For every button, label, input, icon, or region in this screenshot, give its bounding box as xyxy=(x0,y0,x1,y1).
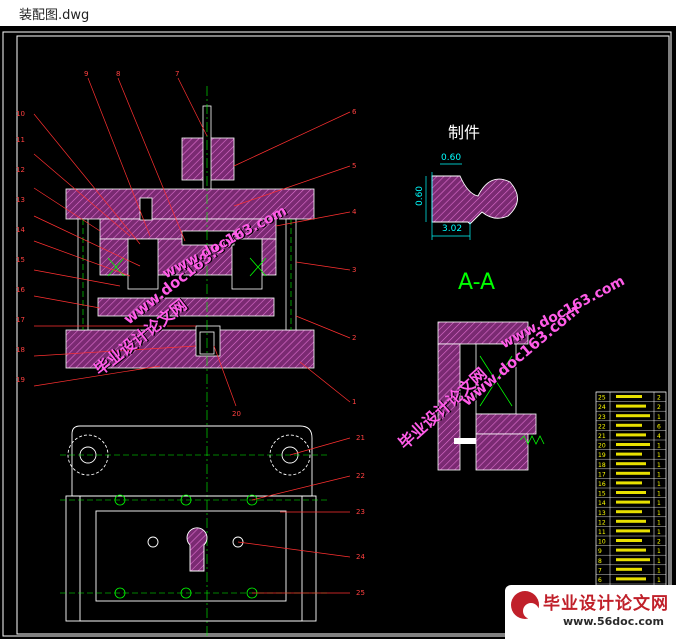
bom-qty: 1 xyxy=(657,510,661,517)
callout-plan-24: 24 xyxy=(356,553,365,561)
bom-no: 20 xyxy=(598,443,606,450)
callout-plan-22: 22 xyxy=(356,472,365,480)
callout-right-3: 3 xyxy=(352,266,357,274)
bom-qty: 6 xyxy=(657,423,661,430)
callout-bottom-20: 20 xyxy=(232,410,241,418)
bom-qty: 1 xyxy=(657,452,661,459)
bom-no: 22 xyxy=(598,423,606,430)
bom-name-glyphs xyxy=(616,423,642,427)
section-label: A-A xyxy=(458,270,496,295)
bom-qty: 1 xyxy=(657,481,661,488)
bom-no: 21 xyxy=(598,433,606,440)
callout-top-9: 9 xyxy=(84,70,89,78)
part-label: 制件 xyxy=(448,123,481,142)
bom-qty: 1 xyxy=(657,443,661,450)
bom-qty: 1 xyxy=(657,471,661,478)
bom-no: 15 xyxy=(598,491,606,498)
dimension-top: 0.60 xyxy=(441,153,462,163)
bom-name-glyphs xyxy=(616,500,650,504)
callout-left-14: 14 xyxy=(16,226,25,234)
bom-name-glyphs xyxy=(616,462,646,466)
bom-no: 8 xyxy=(598,558,602,565)
callout-right-4: 4 xyxy=(352,208,357,216)
bom-qty: 1 xyxy=(657,462,661,469)
callout-left-11: 11 xyxy=(16,136,25,144)
callout-left-10: 10 xyxy=(16,110,25,118)
bom-name-glyphs xyxy=(616,404,646,408)
part-drawing xyxy=(425,163,518,240)
bom-no: 23 xyxy=(598,414,606,421)
bom-qty: 1 xyxy=(657,414,661,421)
callout-plan-25: 25 xyxy=(356,589,365,597)
callout-left-15: 15 xyxy=(16,256,25,264)
bom-name-glyphs xyxy=(616,548,646,552)
bom-no: 7 xyxy=(598,567,602,574)
bom-name-glyphs xyxy=(616,395,642,398)
bom-qty: 1 xyxy=(657,500,661,507)
bom-no: 17 xyxy=(598,471,606,478)
bom-name-glyphs xyxy=(616,471,650,475)
bom-no: 11 xyxy=(598,529,606,536)
callout-left-12: 12 xyxy=(16,166,25,174)
bom-name-glyphs xyxy=(616,414,650,418)
bom-qty: 1 xyxy=(657,491,661,498)
callout-right-1: 1 xyxy=(352,398,357,406)
bom-qty: 1 xyxy=(657,577,661,584)
bom-no: 18 xyxy=(598,462,606,469)
bom-name-glyphs xyxy=(616,577,646,581)
callout-plan-23: 23 xyxy=(356,508,365,516)
callout-left-19: 19 xyxy=(16,376,25,384)
callout-top-8: 8 xyxy=(116,70,121,78)
bom-no: 19 xyxy=(598,452,606,459)
bom-name-glyphs xyxy=(616,491,646,494)
bom-qty: 4 xyxy=(657,433,661,440)
bom-name-glyphs xyxy=(616,452,642,456)
bom-name-glyphs xyxy=(616,567,642,571)
logo-name: 毕业设计论文网 xyxy=(543,594,669,614)
callout-plan-21: 21 xyxy=(356,434,365,442)
bom-name-glyphs xyxy=(616,539,642,542)
footer-logo: 毕业设计论文网 www.56doc.com xyxy=(505,585,676,639)
bom-qty: 1 xyxy=(657,548,661,555)
bom-no: 14 xyxy=(598,500,606,507)
callout-left-13: 13 xyxy=(16,196,25,204)
bom-name-glyphs xyxy=(616,510,642,514)
callout-right-5: 5 xyxy=(352,162,357,170)
bom-no: 12 xyxy=(598,519,606,526)
bom-qty: 1 xyxy=(657,567,661,574)
bom-no: 24 xyxy=(598,404,606,411)
bom-qty: 1 xyxy=(657,529,661,536)
logo-icon xyxy=(511,591,539,619)
bom-qty: 1 xyxy=(657,519,661,526)
dimension-bottom: 3.02 xyxy=(442,224,463,234)
window-titlebar: 装配图.dwg xyxy=(0,0,676,26)
dimension-side: 0.60 xyxy=(415,185,426,207)
callout-top-7: 7 xyxy=(175,70,180,78)
bom-no: 16 xyxy=(598,481,606,488)
bom-no: 25 xyxy=(598,395,606,402)
bom-qty: 1 xyxy=(657,558,661,565)
bom-name-glyphs xyxy=(616,443,650,446)
bom-name-glyphs xyxy=(616,558,650,562)
callout-left-17: 17 xyxy=(16,316,25,324)
logo-url: www.56doc.com xyxy=(563,615,664,628)
callout-right-2: 2 xyxy=(352,334,357,342)
bom-qty: 2 xyxy=(657,539,661,546)
bom-no: 6 xyxy=(598,577,602,584)
bom-qty: 2 xyxy=(657,404,661,411)
window-title: 装配图.dwg xyxy=(19,8,90,23)
bom-name-glyphs xyxy=(616,529,650,533)
bom-no: 9 xyxy=(598,548,602,555)
callout-right-6: 6 xyxy=(352,108,357,116)
bom-qty: 2 xyxy=(657,395,661,402)
bom-name-glyphs xyxy=(616,519,646,523)
cad-drawing-canvas[interactable]: 25 2 24 2 23 1 22 6 21 4 20 1 19 1 18 1 17 1 16 1 15 1 14 1 13 1 1… xyxy=(0,26,676,639)
bom-no: 13 xyxy=(598,510,606,517)
callout-left-16: 16 xyxy=(16,286,25,294)
callout-left-18: 18 xyxy=(16,346,25,354)
bom-no: 10 xyxy=(598,539,606,546)
bom-name-glyphs xyxy=(616,433,646,437)
drawing-svg: 25 224 223 122 621 420 119 118 117 116 115 114 113 11… xyxy=(2,31,672,638)
bom-name-glyphs xyxy=(616,481,642,485)
